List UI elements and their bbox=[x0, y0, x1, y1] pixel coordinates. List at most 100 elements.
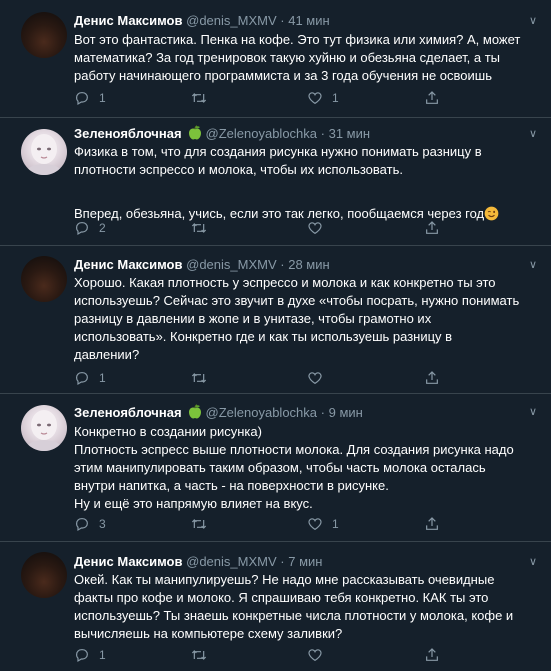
timestamp[interactable]: 9 мин bbox=[329, 405, 363, 420]
retweet-button[interactable] bbox=[190, 370, 307, 386]
avatar-photo bbox=[26, 410, 62, 451]
reply-button[interactable]: 3 bbox=[74, 516, 190, 532]
username[interactable]: @Zelenoyablochka bbox=[206, 405, 317, 420]
separator-dot: · bbox=[280, 554, 285, 569]
retweet-button[interactable] bbox=[190, 90, 307, 106]
tweet-text-segment: Вперед, обезьяна, учись, если это так ле… bbox=[74, 206, 485, 221]
reply-count: 3 bbox=[99, 517, 106, 531]
reply-button[interactable]: 1 bbox=[74, 90, 190, 106]
retweet-icon bbox=[191, 93, 207, 103]
share-button[interactable] bbox=[424, 220, 440, 236]
tweet-actions: 1 bbox=[74, 370, 440, 386]
tweet[interactable]: Денис Максимов @denis_MXMV · 41 мин ∨ Во… bbox=[0, 0, 551, 118]
display-name[interactable]: Денис Максимов bbox=[74, 554, 183, 569]
avatar[interactable] bbox=[21, 256, 67, 302]
share-button[interactable] bbox=[424, 647, 440, 663]
separator-dot: · bbox=[280, 13, 285, 28]
tweet-text-line: математика? За год тренировок такую хуйн… bbox=[74, 50, 501, 65]
chevron-down-icon[interactable]: ∨ bbox=[529, 555, 537, 568]
like-button[interactable] bbox=[307, 647, 424, 663]
tweet-text-line: факты про кофе и молоко. Я спрашиваю теб… bbox=[74, 590, 489, 605]
retweet-button[interactable] bbox=[190, 516, 307, 532]
reply-count: 1 bbox=[99, 648, 106, 662]
like-count: 1 bbox=[332, 91, 339, 105]
tweet-text-line: давлении? bbox=[74, 347, 140, 362]
tweet-header: Денис Максимов @denis_MXMV · 7 мин bbox=[74, 554, 322, 570]
reply-count: 2 bbox=[99, 221, 106, 235]
tweet-text-line: Хорошо. Какая плотность у эспрессо и мол… bbox=[74, 275, 496, 290]
tweet-text-line: работу начинающего программиста и за 3 г… bbox=[74, 68, 492, 83]
retweet-button[interactable] bbox=[190, 220, 307, 236]
tweet-text-line: использовать». Конкретно где и как ты ис… bbox=[74, 329, 453, 344]
tweet-text-line: внутри напитка, а часть - на поверхности… bbox=[74, 478, 389, 493]
chevron-down-icon[interactable]: ∨ bbox=[529, 14, 537, 27]
tweet-text: Вот это фантастика. Пенка на кофе. Это т… bbox=[74, 31, 534, 85]
share-icon bbox=[426, 221, 438, 234]
separator-dot: · bbox=[320, 126, 325, 141]
timestamp[interactable]: 28 мин bbox=[288, 257, 329, 272]
tweet[interactable]: Денис Максимов @denis_MXMV · 28 мин ∨ Хо… bbox=[0, 246, 551, 394]
green-apple-icon bbox=[188, 404, 201, 419]
tweet[interactable]: Зеленояблочная @Zelenoyablochka · 31 мин … bbox=[0, 118, 551, 246]
display-name[interactable]: Денис Максимов bbox=[74, 13, 183, 28]
reply-button[interactable]: 1 bbox=[74, 370, 190, 386]
tweet-text-line: вычисляешь на компьютере схему заливки? bbox=[74, 626, 343, 641]
username[interactable]: @denis_MXMV bbox=[186, 554, 277, 569]
tweet[interactable]: Зеленояблочная @Zelenoyablochka · 9 мин ∨… bbox=[0, 394, 551, 542]
username[interactable]: @denis_MXMV bbox=[186, 257, 277, 272]
tweet-text-line: используешь? Ты знаешь конкретные числа … bbox=[74, 608, 514, 623]
tweet-header: Зеленояблочная @Zelenoyablochka · 9 мин bbox=[74, 404, 363, 421]
share-button[interactable] bbox=[424, 90, 440, 106]
share-icon bbox=[426, 91, 438, 104]
reply-icon bbox=[76, 518, 88, 532]
reply-icon bbox=[76, 92, 88, 106]
heart-icon bbox=[308, 518, 322, 531]
like-button[interactable] bbox=[307, 220, 424, 236]
tweet-text-line: этим манипулировать таким образом, чтобы… bbox=[74, 460, 486, 475]
retweet-icon bbox=[191, 650, 207, 660]
timestamp[interactable]: 41 мин bbox=[288, 13, 329, 28]
retweet-button[interactable] bbox=[190, 647, 307, 663]
share-icon bbox=[426, 517, 438, 530]
share-button[interactable] bbox=[424, 370, 440, 386]
tweet-actions: 1 bbox=[74, 647, 440, 663]
tweet-text-line: Ну и ещё это напрямую влияет на вкус. bbox=[74, 496, 313, 511]
tweet-text-line: разницу в давлении в жопе и в унитазе, ч… bbox=[74, 311, 432, 326]
avatar[interactable] bbox=[21, 552, 67, 598]
reply-count: 1 bbox=[99, 91, 106, 105]
chevron-down-icon[interactable]: ∨ bbox=[529, 127, 537, 140]
separator-dot: · bbox=[320, 405, 325, 420]
tweet-text-line bbox=[74, 179, 534, 197]
share-icon bbox=[426, 648, 438, 661]
username[interactable]: @denis_MXMV bbox=[186, 13, 277, 28]
retweet-icon bbox=[191, 223, 207, 233]
display-name[interactable]: Зеленояблочная bbox=[74, 405, 182, 420]
display-name[interactable]: Зеленояблочная bbox=[74, 126, 182, 141]
tweet[interactable]: Денис Максимов @denis_MXMV · 7 мин ∨ Оке… bbox=[0, 542, 551, 671]
username[interactable]: @Zelenoyablochka bbox=[206, 126, 317, 141]
tweet-actions: 1 1 bbox=[74, 90, 440, 106]
tweet-actions: 2 bbox=[74, 220, 440, 236]
reply-button[interactable]: 2 bbox=[74, 220, 190, 236]
tweet-actions: 3 1 bbox=[74, 516, 440, 532]
chevron-down-icon[interactable]: ∨ bbox=[529, 258, 537, 271]
timestamp[interactable]: 31 мин bbox=[329, 126, 370, 141]
reply-button[interactable]: 1 bbox=[74, 647, 190, 663]
like-button[interactable]: 1 bbox=[307, 516, 424, 532]
display-name[interactable]: Денис Максимов bbox=[74, 257, 183, 272]
retweet-icon bbox=[191, 519, 207, 529]
tweet-text: Окей. Как ты манипулируешь? Не надо мне … bbox=[74, 571, 534, 643]
reply-icon bbox=[76, 222, 88, 236]
tweet-header: Денис Максимов @denis_MXMV · 41 мин bbox=[74, 13, 330, 29]
avatar[interactable] bbox=[21, 12, 67, 58]
winking-face-emoji bbox=[484, 206, 499, 221]
heart-icon bbox=[308, 92, 322, 105]
like-button[interactable]: 1 bbox=[307, 90, 424, 106]
like-button[interactable] bbox=[307, 370, 424, 386]
avatar[interactable] bbox=[21, 129, 67, 175]
timestamp[interactable]: 7 мин bbox=[288, 554, 322, 569]
chevron-down-icon[interactable]: ∨ bbox=[529, 405, 537, 418]
tweet-text: Физика в том, что для создания рисунка н… bbox=[74, 143, 534, 223]
share-button[interactable] bbox=[424, 516, 440, 532]
avatar[interactable] bbox=[21, 405, 67, 451]
